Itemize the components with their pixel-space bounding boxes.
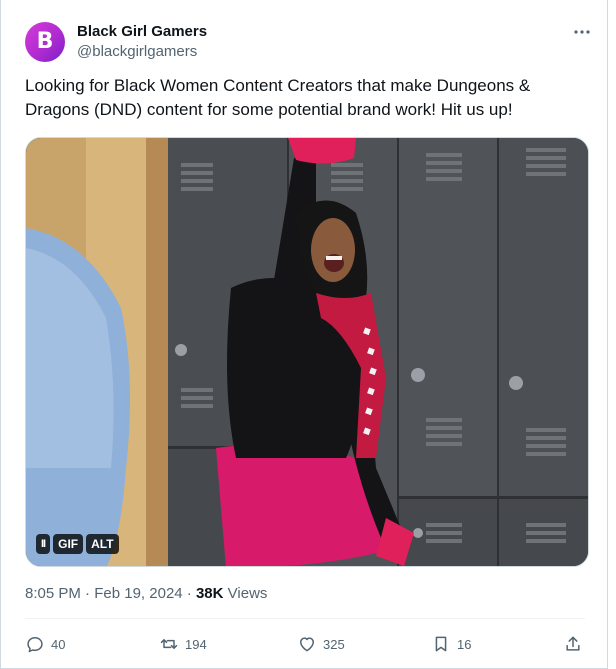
views-label: Views (227, 585, 268, 602)
tweet-meta: 8:05 PM · Feb 19, 2024 · 38K Views (25, 584, 267, 604)
like-button[interactable]: 325 (297, 632, 345, 656)
reply-icon (27, 637, 43, 653)
tweet-date[interactable]: Feb 19, 2024 (94, 585, 182, 602)
tweet-text: Looking for Black Women Content Creators… (25, 76, 531, 119)
bookmark-icon (435, 636, 447, 652)
avatar-logo: B (36, 29, 54, 54)
repost-button[interactable]: 194 (159, 632, 207, 656)
pause-button[interactable]: II (36, 534, 51, 554)
avatar[interactable]: B (25, 22, 65, 62)
tweet-card: B Black Girl Gamers @blackgirlgamers Loo… (0, 0, 608, 669)
repost-icon (160, 639, 178, 649)
share-button[interactable] (563, 632, 583, 656)
bookmark-count: 16 (457, 636, 472, 652)
author-names: Black Girl Gamers @blackgirlgamers (77, 22, 207, 62)
actions-divider (25, 618, 585, 619)
gif-badge: GIF (53, 534, 84, 554)
meta-separator: · (186, 585, 192, 602)
heart-icon (300, 637, 314, 652)
reply-count: 40 (51, 636, 66, 652)
author-display-name[interactable]: Black Girl Gamers (77, 22, 207, 42)
views-count[interactable]: 38K (196, 585, 224, 602)
alt-text-badge[interactable]: ALT (86, 534, 119, 554)
more-options-icon[interactable] (571, 22, 593, 42)
tweet-time[interactable]: 8:05 PM (25, 585, 81, 602)
bookmark-button[interactable]: 16 (431, 632, 471, 656)
meta-separator: · (85, 585, 91, 602)
repost-count: 194 (185, 636, 207, 652)
share-icon (566, 636, 580, 651)
tweet-header: B Black Girl Gamers @blackgirlgamers (25, 18, 207, 66)
gif-badges: II GIF ALT (36, 534, 119, 554)
author-handle[interactable]: @blackgirlgamers (77, 42, 207, 62)
reply-button[interactable]: 40 (25, 632, 65, 656)
tweet-actions: 40 194 325 16 (25, 632, 585, 656)
like-count: 325 (323, 636, 345, 652)
gif-media[interactable]: II GIF ALT (25, 137, 589, 567)
gif-frame-illustration (26, 138, 588, 566)
